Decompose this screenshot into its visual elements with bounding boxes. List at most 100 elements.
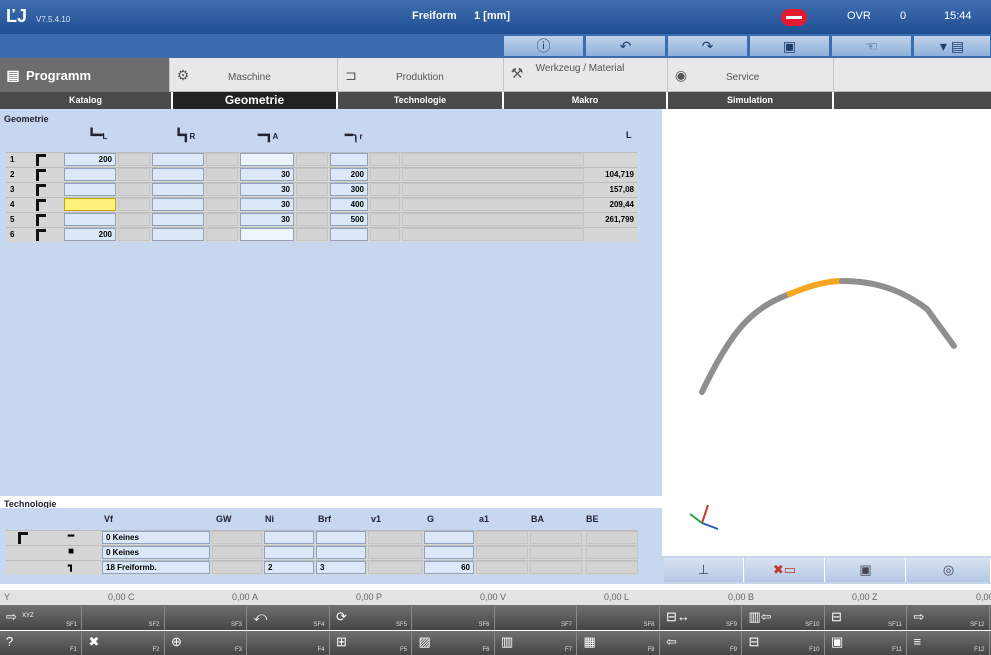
softkey-sf11[interactable]: ⊟ SF11 (825, 606, 907, 630)
tube-type-icon[interactable] (36, 229, 46, 241)
tech-cell (476, 531, 528, 544)
softkey-f11[interactable]: ▣ F11 (825, 631, 907, 655)
tab-werkzeug[interactable]: ⚒ Werkzeug / Material (504, 58, 668, 92)
softkey-icon: ✖ (88, 634, 100, 649)
geometry-cell-a[interactable] (240, 153, 294, 166)
tech-cell-vf[interactable]: 18 Freiformb. (102, 561, 210, 574)
geometry-cell-a[interactable]: 30 (240, 168, 294, 181)
geometry-cell-a[interactable] (240, 228, 294, 241)
table-cell (118, 213, 150, 226)
tab-geometrie[interactable]: Geometrie (173, 92, 338, 109)
softkey-sf9[interactable]: ⊟↔ SF9 (660, 606, 742, 630)
softkey-f3[interactable]: ⊕ F3 (165, 631, 247, 655)
geometry-cell-rr[interactable]: 300 (330, 183, 368, 196)
row-number: 6 (10, 230, 15, 239)
tab-service[interactable]: ◉ Service (668, 58, 834, 92)
geometry-cell-l[interactable] (64, 198, 116, 211)
tube-type-icon[interactable] (36, 214, 46, 226)
softkey-sf12[interactable]: ⇨ SF12 (908, 606, 990, 630)
tube-type-icon[interactable] (36, 184, 46, 196)
redo-icon[interactable]: ↷ (668, 36, 748, 56)
softkey-sf4[interactable]: ⤺ SF4 (248, 606, 330, 630)
tab-technologie[interactable]: Technologie (338, 92, 504, 109)
tech-cell-ni[interactable] (264, 546, 314, 559)
tech-cell-g[interactable] (424, 531, 474, 544)
softkey-f7[interactable]: ▥ F7 (495, 631, 577, 655)
axis-label: B (748, 592, 755, 602)
geometry-cell-rr[interactable] (330, 153, 368, 166)
tube-type-icon[interactable] (36, 169, 46, 181)
geometry-cell-rr[interactable]: 400 (330, 198, 368, 211)
tube-type-icon[interactable] (36, 154, 46, 166)
geometry-cell-r[interactable] (152, 228, 204, 241)
softkey-f8[interactable]: ▦ F8 (578, 631, 660, 655)
simulation-viewer[interactable] (662, 109, 991, 556)
tab-programm[interactable]: ▤ Programm (0, 58, 170, 92)
softkey-sf2[interactable]: SF2 (83, 606, 165, 630)
hand-icon[interactable]: ☜ (832, 36, 912, 56)
softkey-f5[interactable]: ⊞ F5 (330, 631, 412, 655)
softkey-sf7[interactable]: SF7 (495, 606, 577, 630)
tab-katalog[interactable]: Katalog (0, 92, 173, 109)
tech-cell-vf[interactable]: 0 Keines (102, 531, 210, 544)
tube-type-icon[interactable] (36, 199, 46, 211)
softkey-f10[interactable]: ⊟ F10 (743, 631, 825, 655)
save-icon[interactable]: ▾ ▤ (914, 36, 991, 56)
softkey-sf8[interactable]: SF8 (578, 606, 660, 630)
tech-cell-brf[interactable] (316, 531, 366, 544)
delete-tube-icon[interactable]: ✖▭ (745, 558, 825, 582)
geometry-cell-r[interactable] (152, 213, 204, 226)
geometry-cell-a[interactable]: 30 (240, 198, 294, 211)
geometry-cell-l[interactable]: 200 (64, 153, 116, 166)
snapshot-icon[interactable]: ▣ (826, 558, 906, 582)
softkey-f1[interactable]: ? F1 (0, 631, 82, 655)
softkey-sf3[interactable]: SF3 (165, 606, 247, 630)
tab-produktion[interactable]: ⊐ Produktion (338, 58, 504, 92)
bracket-icon: ⊐ (345, 67, 357, 83)
geometry-cell-r[interactable] (152, 153, 204, 166)
stop-icon[interactable] (781, 9, 807, 26)
softkey-sf6[interactable]: SF6 (413, 606, 495, 630)
tech-cell-g[interactable]: 60 (424, 561, 474, 574)
geometry-cell-rr[interactable]: 500 (330, 213, 368, 226)
softkey-sf10[interactable]: ▥⇦ SF10 (743, 606, 825, 630)
geometry-cell-l[interactable]: 200 (64, 228, 116, 241)
tab-maschine[interactable]: ⚙ Maschine (170, 58, 338, 92)
softkey-sf5[interactable]: ⟳ SF5 (330, 606, 412, 630)
tech-cell-vf[interactable]: 0 Keines (102, 546, 210, 559)
softkey-f4[interactable]: F4 (248, 631, 330, 655)
softkey-f2[interactable]: ✖ F2 (83, 631, 165, 655)
undo-icon[interactable]: ↶ (586, 36, 666, 56)
table-cell (370, 228, 400, 241)
geometry-cell-rr[interactable] (330, 228, 368, 241)
softkey-sf1[interactable]: ⇨ SF1 XYZ (0, 606, 82, 630)
geometry-cell-rr[interactable]: 200 (330, 168, 368, 181)
camera-icon[interactable]: ▣ (750, 36, 830, 56)
geometry-cell-l[interactable] (64, 168, 116, 181)
softkey-f9[interactable]: ⇦ F9 (660, 631, 742, 655)
tab-simulation[interactable]: Simulation (668, 92, 834, 109)
tech-cell-g[interactable] (424, 546, 474, 559)
table-cell (370, 153, 400, 166)
geometry-cell-r[interactable] (152, 198, 204, 211)
view-icon[interactable]: ◎ (907, 558, 991, 582)
geometry-cell-l[interactable] (64, 183, 116, 196)
table-cell (296, 168, 328, 181)
tech-cell-brf[interactable]: 3 (316, 561, 366, 574)
geometry-cell-len: 157,08 (609, 185, 634, 194)
geometry-cell-a[interactable]: 30 (240, 183, 294, 196)
tech-cell-brf[interactable] (316, 546, 366, 559)
tab-makro[interactable]: Makro (504, 92, 668, 109)
geometry-cell-r[interactable] (152, 168, 204, 181)
geometry-cell-a[interactable]: 30 (240, 213, 294, 226)
softkey-icon: ⤺ (253, 609, 268, 624)
axis-icon[interactable]: ⊥ (664, 558, 744, 582)
softkey-f12[interactable]: ≡ F12 (908, 631, 990, 655)
tech-cell-ni[interactable]: 2 (264, 561, 314, 574)
softkey-f6[interactable]: ▨ F6 (413, 631, 495, 655)
bend-icon: ┓ (68, 561, 75, 572)
geometry-cell-r[interactable] (152, 183, 204, 196)
info-icon[interactable]: ⓘ (504, 36, 584, 56)
geometry-cell-l[interactable] (64, 213, 116, 226)
tech-cell-ni[interactable] (264, 531, 314, 544)
